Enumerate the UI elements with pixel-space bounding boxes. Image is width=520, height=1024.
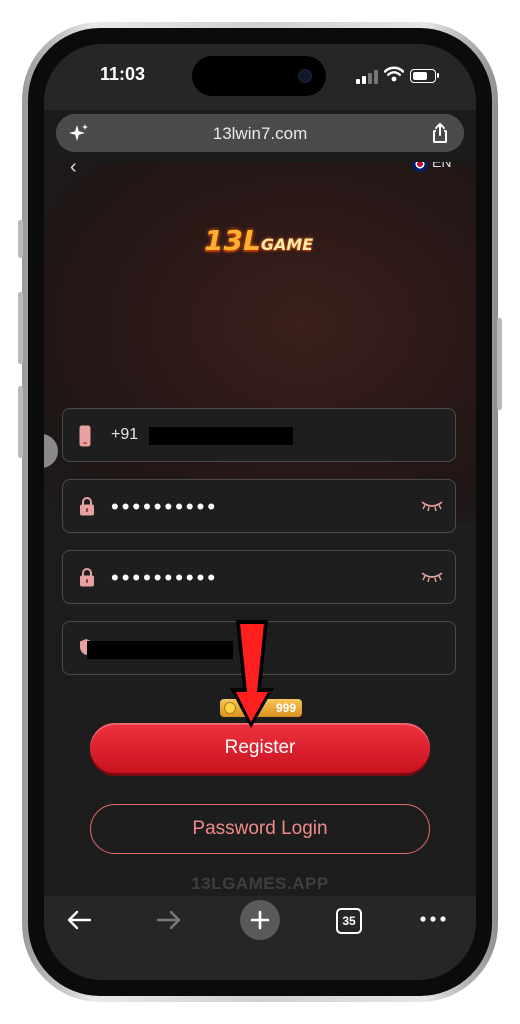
phone-icon bbox=[79, 425, 91, 447]
tabs-button[interactable]: 35 bbox=[336, 908, 362, 934]
web-page: ‹ EN 13LGAME +91 •••••••••• •••••••••• 9… bbox=[44, 162, 476, 896]
password-field[interactable] bbox=[62, 479, 456, 533]
wifi-icon bbox=[384, 66, 404, 82]
volume-up-button bbox=[18, 292, 23, 364]
logo-word: GAME bbox=[260, 235, 314, 254]
share-icon[interactable] bbox=[430, 122, 450, 144]
country-code[interactable]: +91 bbox=[111, 426, 138, 444]
language-label[interactable]: EN bbox=[432, 162, 451, 170]
forward-arrow-icon[interactable] bbox=[156, 910, 182, 930]
screen: 11:03 13lwin7.com ‹ EN 13LGAME +91 •••••… bbox=[44, 44, 476, 980]
hero-background bbox=[44, 162, 476, 522]
bonus-amount: 999 bbox=[275, 701, 296, 715]
power-button bbox=[497, 318, 502, 410]
more-icon[interactable] bbox=[420, 916, 446, 922]
password-login-button[interactable]: Password Login bbox=[90, 804, 430, 854]
signal-icon bbox=[356, 70, 378, 84]
register-button[interactable]: Register bbox=[90, 723, 430, 773]
status-bar: 11:03 bbox=[44, 44, 476, 152]
logo-number: 13L bbox=[204, 224, 261, 257]
eye-closed-icon[interactable] bbox=[421, 571, 443, 583]
confirm-password-input[interactable] bbox=[111, 565, 411, 591]
lock-icon bbox=[80, 497, 94, 516]
address-bar[interactable]: 13lwin7.com bbox=[56, 114, 464, 152]
back-chevron-icon[interactable]: ‹ bbox=[70, 162, 77, 179]
eye-closed-icon[interactable] bbox=[421, 500, 443, 512]
action-button bbox=[18, 220, 23, 258]
redacted-invite-code bbox=[87, 641, 233, 659]
camera-icon bbox=[298, 69, 312, 83]
volume-down-button bbox=[18, 386, 23, 458]
back-arrow-icon[interactable] bbox=[66, 910, 92, 930]
status-time: 11:03 bbox=[100, 64, 146, 84]
new-tab-button[interactable] bbox=[240, 900, 280, 940]
plus-icon bbox=[250, 910, 270, 930]
lock-icon bbox=[80, 568, 94, 587]
pointer-arrow-icon bbox=[230, 620, 274, 728]
game-logo: 13LGAME bbox=[204, 224, 313, 257]
battery-icon bbox=[410, 69, 436, 83]
redacted-phone-number bbox=[149, 427, 293, 445]
confirm-password-field[interactable] bbox=[62, 550, 456, 604]
phone-field[interactable]: +91 bbox=[62, 408, 456, 462]
url-text[interactable]: 13lwin7.com bbox=[56, 124, 464, 144]
browser-toolbar: 35 bbox=[44, 896, 476, 980]
password-input[interactable] bbox=[111, 494, 411, 520]
footer-domain: 13LGAMES.APP bbox=[191, 874, 329, 893]
dynamic-island bbox=[192, 56, 326, 96]
